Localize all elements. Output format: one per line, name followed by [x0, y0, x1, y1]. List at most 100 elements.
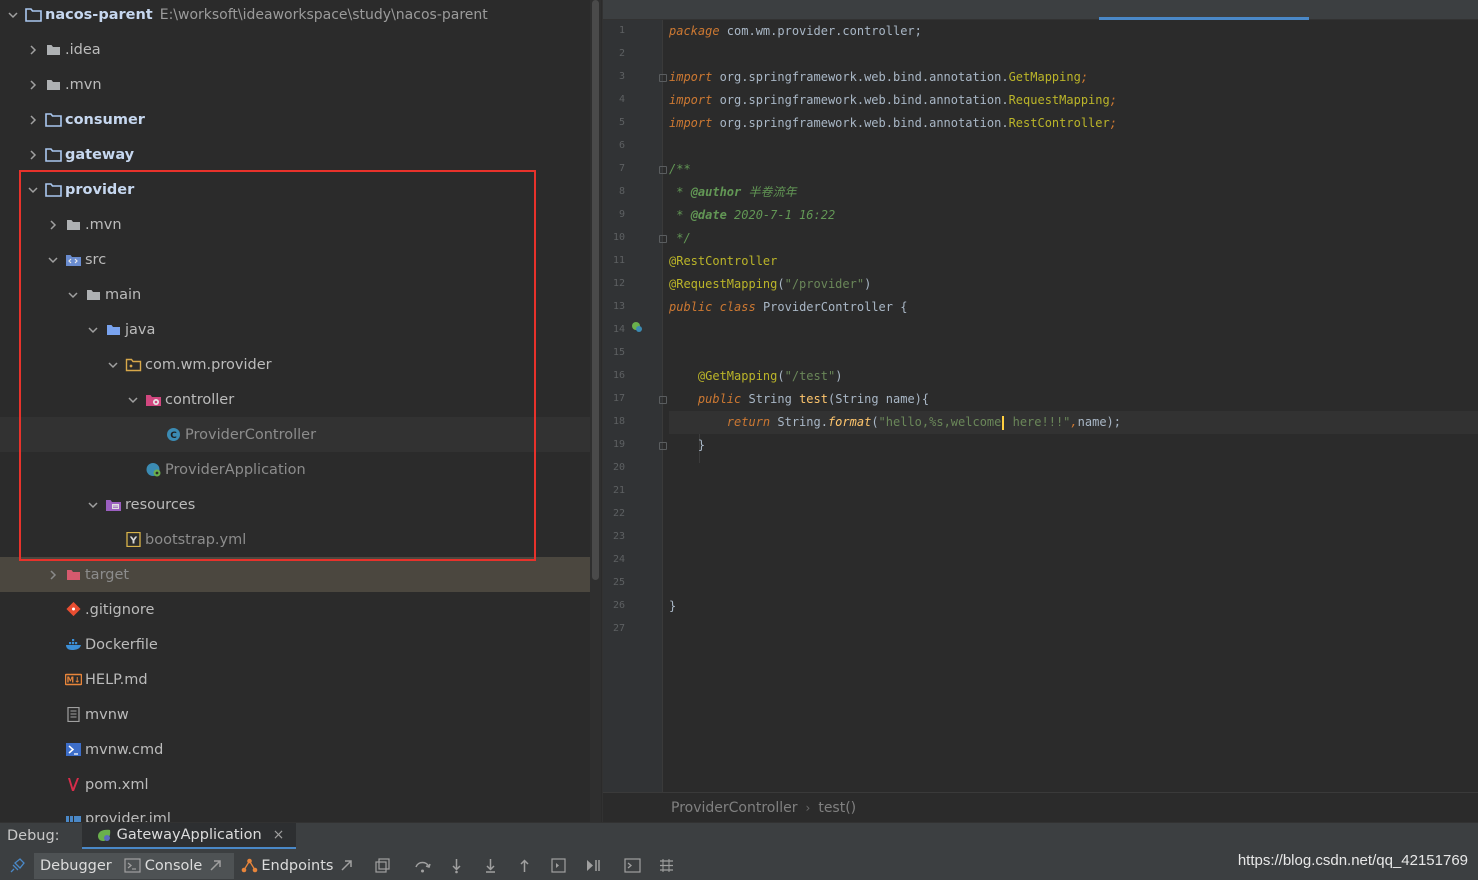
tree-item-help-md[interactable]: M↓ HELP.md — [0, 662, 590, 697]
force-step-into-icon[interactable] — [473, 853, 507, 879]
fold-marker-icon[interactable] — [659, 442, 667, 450]
code-editor[interactable]: 1 2 3 4 5 6 7 8 9 10 11 12 13 14 15 16 17 18 19 20 21 22 23 24 2… — [602, 0, 1478, 822]
line-number[interactable]: 15 — [603, 347, 625, 358]
line-number[interactable]: 11 — [603, 255, 625, 266]
line-number[interactable]: 14 — [603, 324, 625, 335]
tree-item-provider[interactable]: provider — [0, 172, 590, 207]
tree-item-mvn[interactable]: .mvn — [0, 67, 590, 102]
tree-item-provider-iml[interactable]: provider.iml — [0, 801, 590, 822]
tree-scrollbar-thumb[interactable] — [592, 0, 599, 580]
spring-bean-gutter-icon[interactable] — [631, 321, 643, 333]
chevron-down-icon[interactable] — [66, 288, 80, 302]
tree-item-label: bootstrap.yml — [145, 531, 247, 548]
tab-console[interactable]: Console — [117, 852, 235, 879]
console-toggle-icon[interactable] — [615, 853, 649, 879]
evaluate-icon[interactable] — [575, 853, 609, 879]
tree-item-dockerfile[interactable]: Dockerfile — [0, 627, 590, 662]
restore-layout-icon[interactable] — [365, 853, 399, 879]
chevron-down-icon[interactable] — [86, 498, 100, 512]
tree-root-nacos-parent[interactable]: nacos-parent E:\worksoft\ideaworkspace\s… — [0, 0, 590, 32]
tree-item-provider-controller[interactable]: C ProviderController — [0, 417, 590, 452]
line-number[interactable]: 26 — [603, 600, 625, 611]
line-number[interactable]: 27 — [603, 623, 625, 634]
tab-console-label: Console — [144, 857, 203, 874]
tree-item-pom-xml[interactable]: pom.xml — [0, 767, 590, 802]
chevron-down-icon[interactable] — [46, 253, 60, 267]
step-out-icon[interactable] — [507, 853, 541, 879]
line-number[interactable]: 10 — [603, 232, 625, 243]
tree-item-consumer[interactable]: consumer — [0, 102, 590, 137]
line-number[interactable]: 22 — [603, 508, 625, 519]
line-number[interactable]: 1 — [603, 25, 625, 36]
line-number[interactable]: 19 — [603, 439, 625, 450]
line-number[interactable]: 18 — [603, 416, 625, 427]
line-number[interactable]: 9 — [603, 209, 625, 220]
line-number[interactable]: 6 — [603, 140, 625, 151]
pin-icon[interactable] — [0, 853, 34, 879]
tab-debugger[interactable]: Debugger — [34, 852, 118, 879]
fold-marker-icon[interactable] — [659, 74, 667, 82]
open-external-icon[interactable] — [202, 853, 228, 879]
line-number[interactable]: 8 — [603, 186, 625, 197]
chevron-right-icon[interactable] — [26, 78, 40, 92]
editor-tab-bar[interactable] — [603, 0, 1478, 20]
tree-item-mvnw-cmd[interactable]: mvnw.cmd — [0, 732, 590, 767]
fold-marker-icon[interactable] — [659, 396, 667, 404]
fold-marker-icon[interactable] — [659, 235, 667, 243]
line-number[interactable]: 23 — [603, 531, 625, 542]
chevron-down-icon[interactable] — [6, 8, 20, 22]
chevron-down-icon[interactable] — [86, 323, 100, 337]
debug-session-tab[interactable]: GatewayApplication × — [81, 823, 297, 849]
chevron-right-icon[interactable] — [46, 568, 60, 582]
line-number[interactable]: 21 — [603, 485, 625, 496]
line-number[interactable]: 17 — [603, 393, 625, 404]
line-number[interactable]: 24 — [603, 554, 625, 565]
step-over-icon[interactable] — [405, 853, 439, 879]
line-number[interactable]: 2 — [603, 48, 625, 59]
tree-item-label: .idea — [65, 41, 101, 58]
open-external-icon[interactable] — [333, 853, 359, 879]
tree-item-main[interactable]: main — [0, 277, 590, 312]
tree-item-provider-mvn[interactable]: .mvn — [0, 207, 590, 242]
line-number[interactable]: 16 — [603, 370, 625, 381]
tree-item-idea[interactable]: .idea — [0, 32, 590, 67]
breadcrumb-method[interactable]: test() — [818, 800, 856, 816]
tree-item-package[interactable]: com.wm.provider — [0, 347, 590, 382]
tree-item-bootstrap-yml[interactable]: Y bootstrap.yml — [0, 522, 590, 557]
tree-item-src[interactable]: src — [0, 242, 590, 277]
breadcrumb-class[interactable]: ProviderController — [671, 800, 798, 816]
chevron-down-icon[interactable] — [26, 183, 40, 197]
line-number[interactable]: 4 — [603, 94, 625, 105]
tree-item-gitignore[interactable]: .gitignore — [0, 592, 590, 627]
chevron-right-icon[interactable] — [26, 43, 40, 57]
chevron-down-icon[interactable] — [106, 358, 120, 372]
close-icon[interactable]: × — [273, 827, 285, 843]
tree-item-resources[interactable]: resources — [0, 487, 590, 522]
tab-endpoints[interactable]: Endpoints — [234, 853, 365, 879]
tree-item-gateway[interactable]: gateway — [0, 137, 590, 172]
line-number[interactable]: 7 — [603, 163, 625, 174]
chevron-right-icon[interactable] — [46, 218, 60, 232]
tree-scrollbar[interactable] — [590, 0, 601, 822]
line-number[interactable]: 12 — [603, 278, 625, 289]
code-area[interactable]: package com.wm.provider.controller; impo… — [669, 20, 1478, 792]
line-number[interactable]: 5 — [603, 117, 625, 128]
line-number[interactable]: 20 — [603, 462, 625, 473]
threads-icon[interactable] — [649, 853, 683, 879]
tree-item-controller[interactable]: controller — [0, 382, 590, 417]
chevron-down-icon[interactable] — [126, 393, 140, 407]
line-number[interactable]: 3 — [603, 71, 625, 82]
svg-text:Y: Y — [128, 536, 137, 547]
step-into-icon[interactable] — [439, 853, 473, 879]
fold-marker-icon[interactable] — [659, 166, 667, 174]
line-number[interactable]: 13 — [603, 301, 625, 312]
line-number[interactable]: 25 — [603, 577, 625, 588]
tree-item-target[interactable]: target — [0, 557, 590, 592]
tree-item-provider-application[interactable]: ProviderApplication — [0, 452, 590, 487]
run-to-cursor-icon[interactable] — [541, 853, 575, 879]
editor-gutter[interactable]: 1 2 3 4 5 6 7 8 9 10 11 12 13 14 15 16 17 18 19 20 21 22 23 24 2… — [603, 20, 667, 792]
tree-item-java[interactable]: java — [0, 312, 590, 347]
chevron-right-icon[interactable] — [26, 113, 40, 127]
chevron-right-icon[interactable] — [26, 148, 40, 162]
tree-item-mvnw[interactable]: mvnw — [0, 697, 590, 732]
